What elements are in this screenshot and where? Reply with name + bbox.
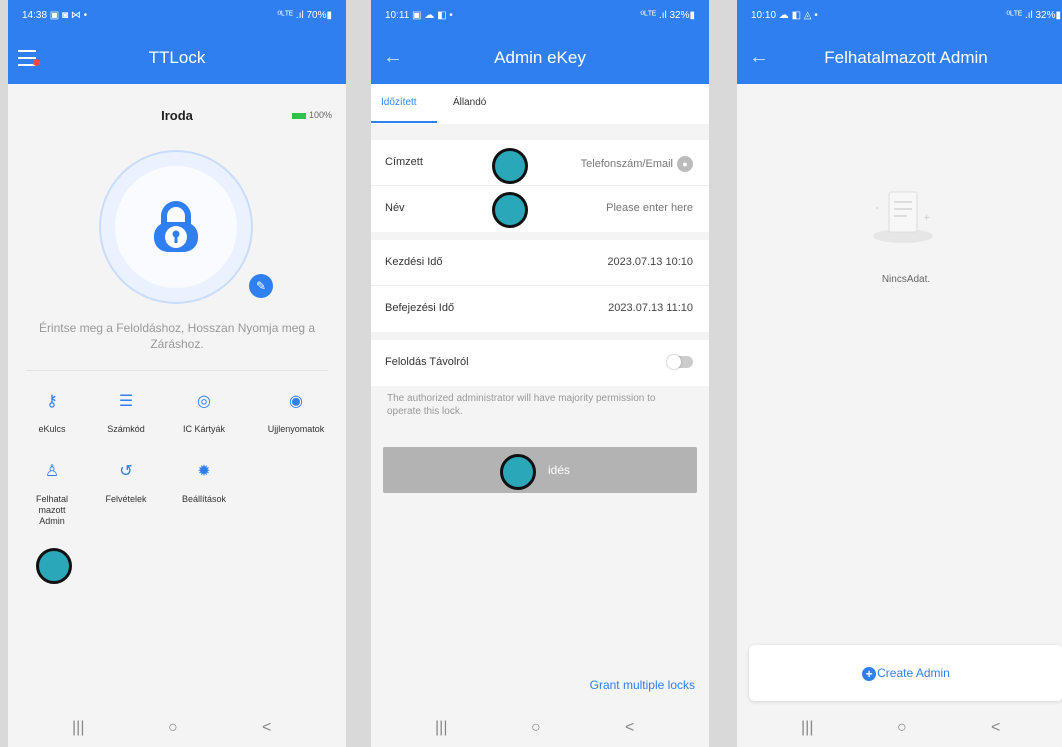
phone-screen-lock-home: 14:38 ▣ ◙ ⋈ • ⁰ᴸᵀᴱ .ıl 70%▮ TTLock Iroda… [8, 0, 346, 747]
menu-item-passcode[interactable]: ☰ Számkód [88, 392, 164, 435]
back-nav-icon[interactable]: < [262, 719, 271, 737]
page-title: Felhatalmazott Admin [824, 48, 988, 67]
menu-item-label: eKulcs [38, 424, 66, 434]
ic-card-icon: ◎ [197, 393, 211, 410]
app-title: TTLock [148, 48, 206, 67]
remote-unlock-toggle[interactable] [667, 355, 693, 369]
menu-item-ekey[interactable]: ⚷ eKulcs [14, 392, 90, 435]
recipient-input[interactable]: Telefonszám/Email ● [581, 156, 693, 172]
ekey-icon: ⚷ [46, 393, 58, 410]
recipient-card: Címzett Telefonszám/Email ● Név Please en… [371, 140, 709, 232]
remote-unlock-label: Feloldás Távolról [385, 356, 469, 368]
system-nav-bar: ||| ○ < [737, 711, 1062, 747]
menu-item-records[interactable]: ↺ Felvételek [88, 462, 164, 505]
name-row[interactable]: Név Please enter here [371, 186, 709, 232]
home-icon[interactable]: ○ [531, 719, 541, 737]
status-signal-battery: ⁰ᴸᵀᴱ .ıl 70%▮ [277, 10, 332, 21]
status-time: 10:11 ▣ ☁ ◧ • [385, 10, 453, 21]
status-signal-battery: ⁰ᴸᵀᴱ .ıl 32%▮ [640, 10, 695, 21]
app-bar: ← Felhatalmazott Admin [737, 36, 1062, 84]
tap-marker [500, 454, 536, 490]
tab-bar: Időzített Állandó [371, 84, 709, 124]
key-badge-icon[interactable]: ✎ [249, 274, 273, 298]
padlock-icon[interactable] [149, 200, 203, 254]
admin-note: The authorized administrator will have m… [387, 393, 656, 417]
menu-item-label: Felhatal mazott Admin [35, 494, 69, 526]
tab-indicator [371, 121, 437, 123]
name-label: Név [385, 202, 405, 214]
status-signal-battery: ⁰ᴸᵀᴱ .ıl 32%▮ [1006, 10, 1061, 21]
app-bar: TTLock [8, 36, 346, 84]
menu-item-label: Beállítások [181, 494, 227, 504]
recents-icon[interactable]: ||| [801, 719, 813, 737]
start-time-value[interactable]: 2023.07.13 10:10 [607, 256, 693, 268]
remote-unlock-row: Feloldás Távolról [371, 340, 709, 386]
menu-item-fingerprints[interactable]: ◉ Ujjlenyomatok [258, 392, 334, 435]
battery-indicator: 100% [291, 110, 332, 120]
start-time-row[interactable]: Kezdési Idő 2023.07.13 10:10 [371, 240, 709, 286]
contact-icon[interactable]: ● [677, 156, 693, 172]
system-nav-bar: ||| ○ < [371, 711, 709, 747]
menu-item-label: IC Kártyák [182, 424, 225, 434]
system-nav-bar: ||| ○ < [8, 711, 346, 747]
send-button[interactable]: idés [383, 447, 697, 493]
battery-level: 100% [308, 110, 332, 120]
admin-icon: ♙ [44, 463, 60, 480]
settings-icon: ✹ [197, 463, 211, 480]
menu-item-label: Felvételek [105, 494, 147, 504]
phone-screen-admin-ekey: 10:11 ▣ ☁ ◧ • ⁰ᴸᵀᴱ .ıl 32%▮ ← Admin eKey… [371, 0, 709, 747]
back-nav-icon[interactable]: < [991, 719, 1000, 737]
menu-item-label: Ujjlenyomatok [267, 424, 325, 434]
home-icon[interactable]: ○ [168, 719, 178, 737]
page-title: Admin eKey [494, 48, 586, 67]
end-time-row[interactable]: Befejezési Idő 2023.07.13 11:10 [371, 286, 709, 332]
status-bar: 10:10 ☁ ◧ ◬ • ⁰ᴸᵀᴱ .ıl 32%▮ [737, 0, 1062, 36]
plus-icon: + [862, 667, 877, 681]
unlock-hint: Érintse meg a Feloldáshoz, Hosszan Nyomj… [38, 321, 316, 351]
menu-item-label: Számkód [107, 424, 145, 434]
time-card: Kezdési Idő 2023.07.13 10:10 Befejezési … [371, 240, 709, 332]
recipient-row[interactable]: Címzett Telefonszám/Email ● [371, 140, 709, 186]
status-bar: 10:11 ▣ ☁ ◧ • ⁰ᴸᵀᴱ .ıl 32%▮ [371, 0, 709, 36]
remote-card: Feloldás Távolról [371, 340, 709, 386]
grant-multiple-locks-link[interactable]: Grant multiple locks [590, 678, 695, 692]
tap-marker [492, 148, 528, 184]
recents-icon[interactable]: ||| [72, 719, 84, 737]
start-time-label: Kezdési Idő [385, 256, 443, 268]
fingerprint-icon: ◉ [289, 393, 303, 410]
name-input[interactable]: Please enter here [606, 202, 693, 214]
recipient-placeholder: Telefonszám/Email [580, 157, 673, 170]
empty-document-icon: + [873, 191, 933, 243]
create-admin-label: Create Admin [877, 666, 950, 680]
end-time-value[interactable]: 2023.07.13 11:10 [608, 302, 693, 314]
status-time: 14:38 ▣ ◙ ⋈ • [22, 10, 88, 21]
svg-text:+: + [923, 213, 931, 223]
menu-item-ic-cards[interactable]: ◎ IC Kártyák [166, 392, 242, 435]
passcode-icon: ☰ [118, 393, 134, 410]
menu-item-authorized-admin[interactable]: ♙ Felhatal mazott Admin [14, 462, 90, 527]
tap-marker [36, 548, 72, 584]
end-time-label: Befejezési Idő [385, 302, 455, 314]
tap-marker [492, 192, 528, 228]
tab-timed[interactable]: Időzített [381, 97, 417, 108]
back-nav-icon[interactable]: < [625, 719, 634, 737]
menu-item-settings[interactable]: ✹ Beállítások [166, 462, 242, 505]
status-time: 10:10 ☁ ◧ ◬ • [751, 10, 818, 21]
app-bar: ← Admin eKey [371, 36, 709, 84]
home-icon[interactable]: ○ [897, 719, 907, 737]
battery-icon [291, 112, 306, 119]
status-bar: 14:38 ▣ ◙ ⋈ • ⁰ᴸᵀᴱ .ıl 70%▮ [8, 0, 346, 36]
history-icon: ↺ [119, 463, 133, 480]
divider [26, 370, 328, 371]
phone-screen-authorized-admin: 10:10 ☁ ◧ ◬ • ⁰ᴸᵀᴱ .ıl 32%▮ ← Felhatalma… [737, 0, 1062, 747]
recipient-label: Címzett [385, 156, 423, 168]
recents-icon[interactable]: ||| [435, 719, 447, 737]
tab-permanent[interactable]: Állandó [453, 97, 486, 108]
create-admin-button[interactable]: + Create Admin [749, 645, 1062, 701]
empty-state-text: NincsAdat. [881, 274, 931, 285]
